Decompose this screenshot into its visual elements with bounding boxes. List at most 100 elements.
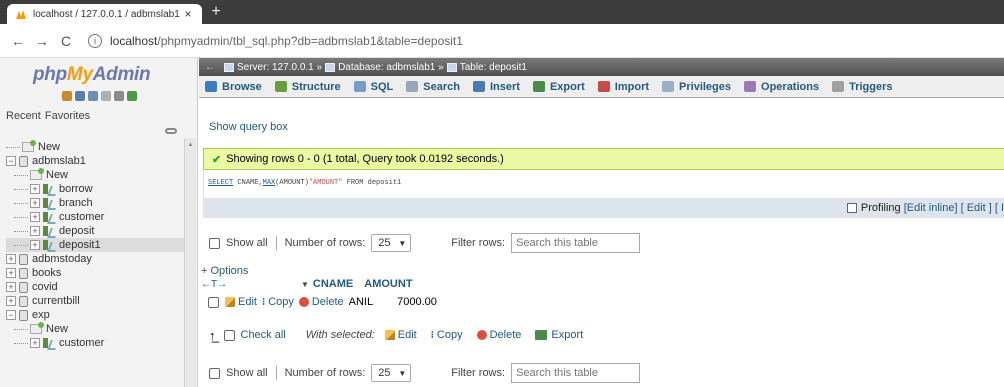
expand-icon[interactable]: + <box>30 198 40 208</box>
bulk-export-button[interactable]: Export <box>535 329 583 341</box>
filter-rows-label: Filter rows: <box>451 367 506 379</box>
sql-keyword-select[interactable]: SELECT <box>208 179 233 187</box>
reload-icon[interactable]: C <box>56 33 76 49</box>
tree-item-adbmslab1[interactable]: − adbmslab1 <box>6 154 184 168</box>
cell-cname: ANIL <box>348 296 374 308</box>
column-header-amount[interactable]: AMOUNT <box>364 278 412 290</box>
check-all-checkbox[interactable] <box>223 329 235 341</box>
tab-triggers[interactable]: Triggers <box>832 81 893 93</box>
expand-icon[interactable]: + <box>30 338 40 348</box>
home-icon[interactable] <box>62 91 72 101</box>
tab-privileges[interactable]: Privileges <box>662 81 731 93</box>
rows-select[interactable]: 25 ▼ <box>371 364 412 382</box>
tab-insert[interactable]: Insert <box>472 81 520 93</box>
expand-icon[interactable]: + <box>6 268 16 278</box>
row-delete-link[interactable]: Delete <box>298 296 344 308</box>
edit-inline-link[interactable]: [Edit inline] <box>904 202 958 214</box>
tree-item-books[interactable]: + books <box>6 266 184 280</box>
row-checkbox[interactable] <box>208 296 219 308</box>
pencil-icon <box>384 330 395 340</box>
close-tab-icon[interactable]: × <box>182 7 194 21</box>
tree-item-New[interactable]: New <box>6 168 184 182</box>
tree-item-borrow[interactable]: + borrow <box>6 182 184 196</box>
link-panels-icon[interactable] <box>165 128 177 134</box>
rows-select[interactable]: 25 ▼ <box>371 234 412 252</box>
explain-link[interactable]: [ I <box>995 202 1004 214</box>
tree-item-branch[interactable]: + branch <box>6 196 184 210</box>
tree-item-deposit1[interactable]: + deposit1 <box>6 238 184 252</box>
tab-structure[interactable]: Structure <box>274 81 341 93</box>
tree-item-New[interactable]: New <box>6 140 184 154</box>
filter-rows-input[interactable] <box>511 363 641 383</box>
favorites-tab[interactable]: Favorites <box>45 110 90 122</box>
row-copy-link[interactable]: ⁝ Copy <box>262 296 294 308</box>
tree-item-currentbill[interactable]: + currentbill <box>6 294 184 308</box>
rows-label: Number of rows: <box>284 237 366 249</box>
show-all-checkbox[interactable] <box>209 367 220 379</box>
insert-icon <box>472 81 485 92</box>
scroll-up-icon[interactable]: ▲ <box>185 138 196 148</box>
tab-import[interactable]: Import <box>597 81 649 93</box>
help-icon[interactable] <box>88 91 98 101</box>
expand-icon[interactable]: + <box>30 184 40 194</box>
expand-icon[interactable]: + <box>6 296 16 306</box>
docs-icon[interactable] <box>101 91 111 101</box>
exit-icon[interactable] <box>75 91 85 101</box>
profiling-checkbox[interactable] <box>846 203 857 213</box>
bulk-copy-button[interactable]: ⁝ Copy <box>431 329 463 341</box>
tab-sql[interactable]: SQL <box>353 81 393 93</box>
breadcrumb-database[interactable]: Database: adbmslab1 <box>338 62 435 73</box>
url-field[interactable]: i localhost/phpmyadmin/tbl_sql.php?db=ad… <box>88 33 463 48</box>
tree-item-customer[interactable]: + customer <box>6 336 184 350</box>
options-link[interactable]: + Options <box>201 265 248 277</box>
settings-icon[interactable] <box>114 91 124 101</box>
tree-item-New[interactable]: New <box>6 322 184 336</box>
tab-browse[interactable]: Browse <box>205 81 262 93</box>
expand-icon[interactable]: + <box>6 254 16 264</box>
tab-export[interactable]: Export <box>532 81 585 93</box>
tree-item-customer[interactable]: + customer <box>6 210 184 224</box>
show-all-checkbox[interactable] <box>209 237 220 249</box>
sort-icon[interactable]: ▼ <box>301 280 309 289</box>
tree-item-label: covid <box>32 281 58 293</box>
column-resize-arrows[interactable]: ←T→ <box>201 279 301 290</box>
expand-icon[interactable]: + <box>6 282 16 292</box>
breadcrumb-table[interactable]: Table: deposit1 <box>460 62 527 73</box>
tree-item-covid[interactable]: + covid <box>6 280 184 294</box>
tab-label: Search <box>423 80 460 93</box>
tab-operations[interactable]: Operations <box>744 81 819 93</box>
browser-tab[interactable]: localhost / 127.0.0.1 / adbmslab1 | × <box>7 4 202 24</box>
bulk-delete-button[interactable]: Delete <box>476 329 522 341</box>
navigation-scrollbar[interactable]: ▲ <box>184 138 196 387</box>
bulk-actions: ↑̲ Check all With selected: Edit ⁝ Copy D… <box>209 326 597 344</box>
sql-text: (AMOUNT) <box>275 179 309 187</box>
collapse-icon[interactable]: ← <box>205 62 215 73</box>
expand-icon[interactable]: + <box>30 212 40 222</box>
phpmyadmin-logo[interactable]: phpMyAdmin <box>33 64 151 86</box>
copy-icon: ⁝ <box>430 329 434 341</box>
forward-icon[interactable]: → <box>32 33 52 49</box>
check-all-label[interactable]: Check all <box>241 329 286 341</box>
tree-item-deposit[interactable]: + deposit <box>6 224 184 238</box>
edit-query-link[interactable]: [ Edit ] <box>961 202 992 214</box>
show-query-box-link[interactable]: Show query box <box>209 121 288 133</box>
new-tab-icon[interactable]: + <box>207 3 225 21</box>
row-edit-link[interactable]: Edit <box>225 296 257 308</box>
sql-keyword-max[interactable]: MAX <box>263 179 276 187</box>
reload-navigation-icon[interactable] <box>127 91 137 101</box>
bulk-delete-label: Delete <box>489 329 522 341</box>
collapse-icon[interactable]: − <box>6 310 16 320</box>
recent-tab[interactable]: Recent <box>6 110 41 122</box>
back-icon[interactable]: ← <box>8 33 28 49</box>
column-header-cname[interactable]: CNAME <box>313 278 353 290</box>
tab-search[interactable]: Search <box>406 81 460 93</box>
bulk-edit-button[interactable]: Edit <box>384 329 417 341</box>
tree-item-adbmstoday[interactable]: + adbmstoday <box>6 252 184 266</box>
tree-item-exp[interactable]: − exp <box>6 308 184 322</box>
breadcrumb-server[interactable]: Server: 127.0.0.1 <box>237 62 314 73</box>
expand-icon[interactable]: + <box>30 240 40 250</box>
site-info-icon[interactable]: i <box>88 33 102 48</box>
filter-rows-input[interactable] <box>511 233 641 253</box>
collapse-icon[interactable]: − <box>6 156 16 166</box>
expand-icon[interactable]: + <box>30 226 40 236</box>
